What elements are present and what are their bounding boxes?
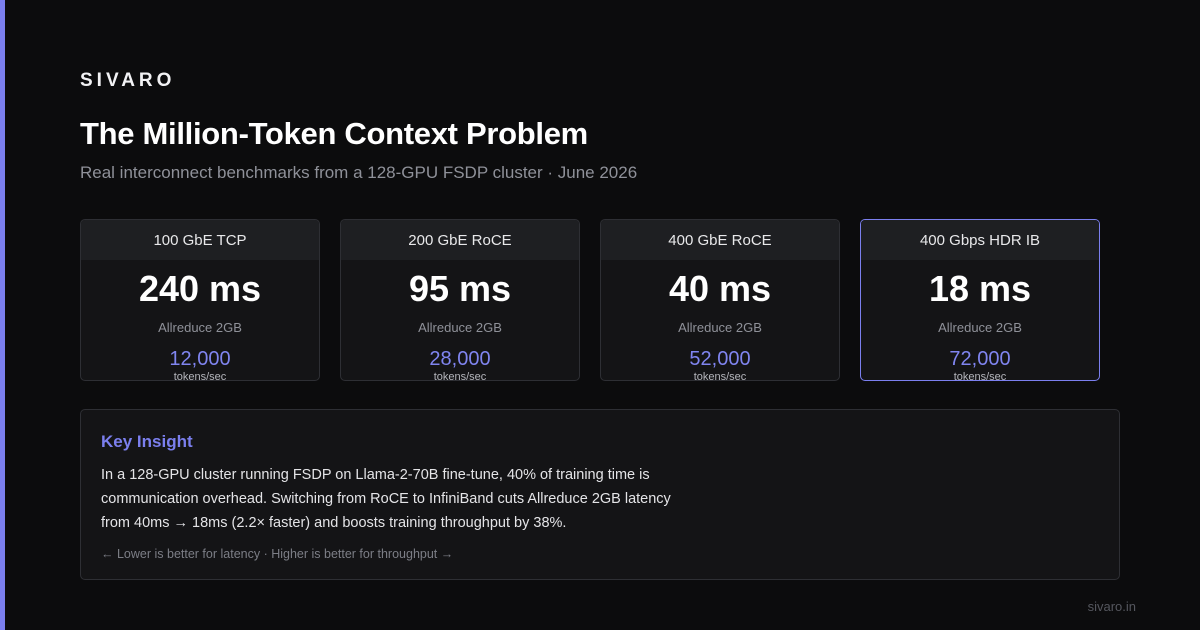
insight-footnote: ← Lower is better for latency · Higher i… xyxy=(101,547,454,561)
card-latency: 40 ms xyxy=(668,268,772,309)
site-url: sivaro.in xyxy=(1087,599,1136,614)
page-subtitle: Real interconnect benchmarks from a 128-… xyxy=(80,163,638,182)
key-insight-panel: Key Insight In a 128-GPU cluster running… xyxy=(80,409,1120,580)
card-unit: tokens/sec xyxy=(693,371,747,381)
card-metric: Allreduce 2GB xyxy=(938,320,1022,335)
card-label: 100 GbE TCP xyxy=(81,220,319,260)
card-unit: tokens/sec xyxy=(433,371,487,381)
card-latency: 240 ms xyxy=(138,268,262,309)
card-latency: 95 ms xyxy=(408,268,512,309)
card-unit: tokens/sec xyxy=(953,371,1007,381)
benchmark-card-400gbps-hdr-ib: 400 Gbps HDR IB 18 ms Allreduce 2GB 72,0… xyxy=(860,219,1100,381)
insight-title: Key Insight xyxy=(101,432,193,451)
card-unit: tokens/sec xyxy=(173,371,227,381)
benchmark-card-400gbe-roce: 400 GbE RoCE 40 ms Allreduce 2GB 52,000 … xyxy=(600,219,840,381)
card-latency: 18 ms xyxy=(928,268,1032,309)
page-title: The Million-Token Context Problem xyxy=(80,116,588,151)
benchmark-card-200gbe-roce: 200 GbE RoCE 95 ms Allreduce 2GB 28,000 … xyxy=(340,219,580,381)
benchmark-cards: 100 GbE TCP 240 ms Allreduce 2GB 12,000 … xyxy=(80,219,1100,381)
brand-logo: SIVARO xyxy=(80,70,176,91)
card-throughput: 28,000 xyxy=(429,348,491,370)
card-throughput: 72,000 xyxy=(949,348,1011,370)
card-metric: Allreduce 2GB xyxy=(678,320,762,335)
card-throughput: 52,000 xyxy=(689,348,751,370)
card-label: 200 GbE RoCE xyxy=(341,220,579,260)
left-accent-bar xyxy=(0,0,5,630)
card-label: 400 Gbps HDR IB xyxy=(861,220,1099,260)
card-metric: Allreduce 2GB xyxy=(418,320,502,335)
card-label: 400 GbE RoCE xyxy=(601,220,839,260)
card-metric: Allreduce 2GB xyxy=(158,320,242,335)
insight-body: In a 128-GPU cluster running FSDP on Lla… xyxy=(101,467,671,531)
benchmark-card-100gbe-tcp: 100 GbE TCP 240 ms Allreduce 2GB 12,000 … xyxy=(80,219,320,381)
card-throughput: 12,000 xyxy=(169,348,231,370)
